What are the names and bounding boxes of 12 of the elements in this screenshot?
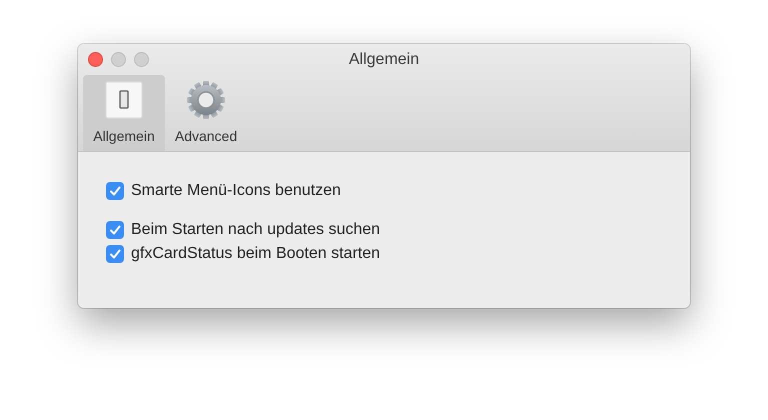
- checkbox-label: Beim Starten nach updates suchen: [131, 221, 380, 239]
- toolbar-tab[interactable]: Allgemein: [83, 75, 165, 151]
- checkbox-label: gfxCardStatus beim Booten starten: [131, 245, 380, 263]
- checkbox[interactable]: [106, 245, 124, 263]
- toolbar-tab[interactable]: Advanced: [165, 75, 247, 151]
- checkbox[interactable]: [106, 182, 124, 200]
- checkbox[interactable]: [106, 221, 124, 239]
- checkbox-label: Smarte Menü-Icons benutzen: [131, 182, 341, 200]
- switch-icon: [105, 81, 143, 119]
- gear-icon: [184, 78, 228, 122]
- window-title: Allgemein: [348, 50, 420, 68]
- close-button[interactable]: [88, 52, 103, 67]
